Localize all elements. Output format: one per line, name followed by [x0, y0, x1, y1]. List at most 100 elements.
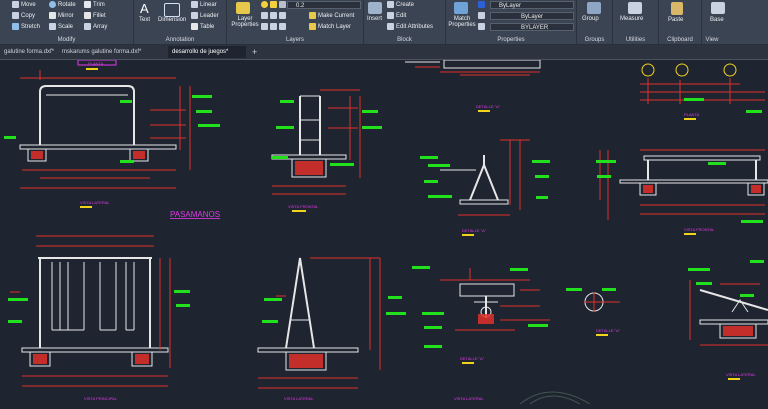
pasamanos-title: PASAMANOS: [170, 210, 220, 219]
layer-lock-icon: [261, 23, 268, 30]
table-icon: [191, 23, 198, 30]
block-panel-label: Block: [397, 37, 412, 43]
layer-isolate-icon: [270, 12, 277, 19]
leader-button[interactable]: Leader: [191, 12, 219, 19]
insert-icon[interactable]: [368, 2, 382, 14]
new-tab-button[interactable]: +: [248, 46, 260, 58]
fillet-button[interactable]: Fillet: [84, 12, 106, 19]
insert-button[interactable]: Insert: [367, 16, 382, 22]
linear-button[interactable]: Linear: [191, 1, 217, 8]
layer-tools-icons[interactable]: [261, 12, 288, 19]
label-vista-lateral-2: VISTA LATERAL: [284, 396, 314, 401]
edit-button[interactable]: Edit: [387, 12, 406, 19]
create-icon: [387, 1, 394, 8]
utilities-panel: Measure Utilities: [613, 0, 659, 44]
file-tab-2[interactable]: mskarums galutine forma.dxf*: [58, 46, 168, 58]
label-vista-frontal-2: VISTA FRONTAL: [684, 227, 715, 232]
modify-panel-label: Modify: [57, 37, 76, 43]
label-detalle-a-3: DETALLE "A": [596, 328, 621, 333]
dimension-button[interactable]: Dimension: [158, 17, 186, 23]
linetype-icon: [478, 12, 485, 19]
annotation-panel-label: Annotation: [165, 37, 195, 43]
text-button[interactable]: Text: [139, 17, 150, 23]
drawing-canvas[interactable]: PLANTA DETALLE "A" PLANTA VISTA LATERAL …: [0, 59, 768, 405]
label-planta-2: PLANTA: [684, 112, 700, 117]
measure-button[interactable]: Measure: [620, 16, 643, 22]
trim-button[interactable]: Trim: [84, 1, 105, 8]
clipboard-panel-label: Clipboard: [667, 37, 693, 43]
group-button[interactable]: Group: [582, 16, 599, 22]
groups-panel-label: Groups: [584, 37, 605, 43]
properties-side-icons[interactable]: [478, 1, 487, 30]
match-layer-button[interactable]: Match Layer: [309, 23, 351, 30]
color-swatch-icon: [478, 1, 485, 8]
file-tab-3[interactable]: desarrollo de juegos*: [168, 46, 246, 58]
file-tabs-bar: galutine forma.dxf* mskarums galutine fo…: [0, 45, 768, 60]
trim-icon: [84, 1, 91, 8]
detail-top-center: [405, 59, 541, 76]
view-right-bench: [599, 149, 768, 220]
rotate-button[interactable]: Rotate: [49, 1, 76, 8]
cad-drawing[interactable]: PLANTA DETALLE "A" PLANTA VISTA LATERAL …: [0, 59, 768, 405]
scale-button[interactable]: Scale: [49, 23, 73, 30]
layer-properties-button[interactable]: Layer Properties: [230, 16, 260, 28]
mirror-icon: [49, 12, 56, 19]
label-detalle-a-1: DETALLE "A": [476, 104, 501, 109]
lineweight-dropdown[interactable]: BYLAYER: [490, 23, 574, 31]
label-vista-principal: VISTA PRINCIPAL: [84, 396, 118, 401]
make-current-button[interactable]: Make Current: [309, 12, 354, 19]
yellow-title-marks: [80, 68, 740, 380]
move-button[interactable]: Move: [12, 1, 36, 8]
label-planta-1: PLANTA: [88, 61, 104, 66]
edit-attributes-icon: [387, 23, 394, 30]
clipboard-panel: Paste Clipboard: [659, 0, 702, 44]
ribbon: Move Rotate Trim Copy Mirror Fillet Stre…: [0, 0, 768, 45]
stretch-icon: [12, 23, 19, 30]
dimension-icon[interactable]: [164, 3, 180, 17]
layer-properties-icon[interactable]: [236, 2, 250, 14]
detail-circle: [584, 292, 620, 312]
view-top-left: [19, 59, 191, 189]
block-panel: Insert Create Edit Edit Attributes Block: [364, 0, 446, 44]
paste-icon[interactable]: [671, 2, 683, 15]
detail-pipe-clamp: [440, 268, 550, 331]
label-vista-lateral-1: VISTA LATERAL: [80, 200, 110, 205]
match-layer-icon: [309, 23, 316, 30]
detail-swing-joint: [440, 139, 530, 216]
linetype-dropdown[interactable]: ByLayer: [490, 12, 574, 20]
layer-tools-icons-2[interactable]: [261, 23, 288, 30]
move-icon: [12, 1, 19, 8]
paste-button[interactable]: Paste: [668, 17, 683, 23]
annotation-panel: A Text Dimension Linear Leader Table Ann…: [134, 0, 227, 44]
view-side-ladder: [271, 89, 361, 195]
label-vista-lateral-4: VISTA LATERAL: [454, 396, 484, 401]
label-vista-lateral-3: VISTA LATERAL: [726, 372, 756, 377]
text-icon[interactable]: A: [140, 2, 152, 16]
color-dropdown[interactable]: ByLayer: [490, 1, 574, 9]
edit-attributes-button[interactable]: Edit Attributes: [387, 23, 433, 30]
create-button[interactable]: Create: [387, 1, 414, 8]
label-vista-frontal-1: VISTA FRONTAL: [288, 204, 319, 209]
bulb-icon: [261, 1, 268, 8]
current-layer-dropdown[interactable]: 0.2: [287, 1, 361, 9]
properties-panel-label: Properties: [497, 37, 525, 43]
group-icon[interactable]: [587, 2, 601, 14]
base-icon[interactable]: [711, 2, 725, 14]
measure-icon[interactable]: [628, 2, 642, 14]
match-properties-button[interactable]: Match Properties: [447, 16, 477, 28]
layers-panel-label: Layers: [285, 37, 304, 43]
utilities-panel-label: Utilities: [625, 37, 646, 43]
array-button[interactable]: Array: [84, 23, 107, 30]
layer-state-icons[interactable]: [261, 1, 288, 8]
mirror-button[interactable]: Mirror: [49, 12, 74, 19]
foundation-hatches: [31, 151, 761, 368]
scale-icon: [49, 23, 56, 30]
array-icon: [84, 23, 91, 30]
table-button[interactable]: Table: [191, 23, 214, 30]
stretch-button[interactable]: Stretch: [12, 23, 40, 30]
lineweight-icon: [478, 23, 485, 30]
fillet-icon: [84, 12, 91, 19]
base-button[interactable]: Base: [710, 17, 724, 23]
copy-button[interactable]: Copy: [12, 12, 35, 19]
match-properties-icon[interactable]: [454, 2, 468, 14]
